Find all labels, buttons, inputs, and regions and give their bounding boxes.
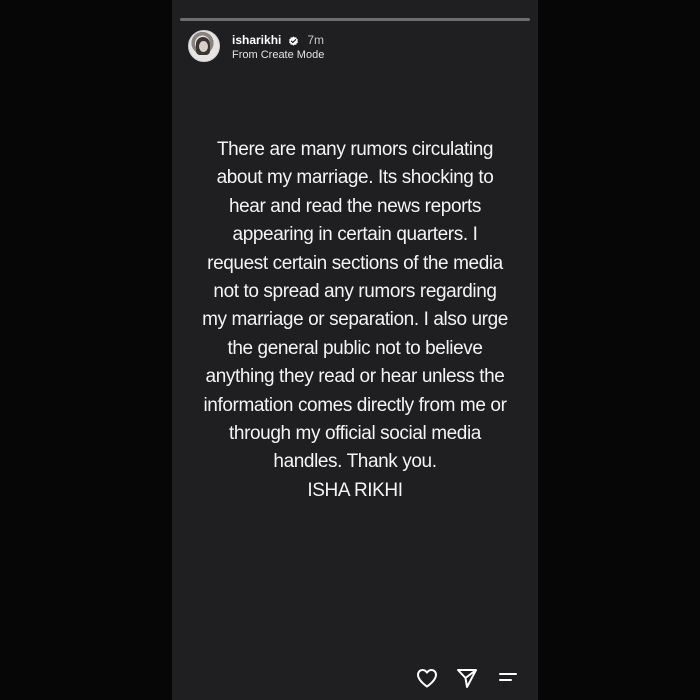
story-progress-bar [180,18,530,21]
author-line: isharikhi 7m [232,32,324,48]
heart-icon [417,669,437,688]
username[interactable]: isharikhi [232,33,281,47]
statement-line: through my official social media [229,423,481,445]
statement-line: request certain sections of the media [207,252,503,274]
send-icon [457,669,477,688]
menu-icon [499,673,517,681]
statement-line: ISHA RIKHI [307,479,403,501]
statement-line: appearing in certain quarters. I [232,224,478,246]
statement-line: handles. Thank you. [273,451,437,473]
verified-badge-icon [288,34,299,46]
statement-line: not to spread any rumors regarding [213,281,497,303]
avatar[interactable] [188,30,220,62]
statement-text: There are many rumors circulating about m… [192,136,518,505]
story-header: isharikhi 7m From Create Mode [188,30,324,62]
like-button[interactable] [415,666,439,690]
post-time: 7m [307,32,325,47]
letterbox-right [538,0,700,700]
share-button[interactable] [455,666,479,690]
letterbox-left [0,0,172,700]
create-mode-label: From Create Mode [232,48,325,61]
menu-button[interactable] [496,666,520,690]
author-meta: isharikhi 7m From Create Mode [232,32,324,61]
statement-line: about my marriage. Its shocking to [216,167,494,189]
avatar-face [199,41,208,52]
statement-line: my marriage or separation. I also urge [202,309,508,331]
statement-line: information comes directly from me or [203,394,507,416]
statement-line: anything they read or hear unless the [205,366,505,388]
statement-line: hear and read the news reports [228,195,482,217]
story-frame[interactable]: isharikhi 7m From Create Mode There are … [172,0,538,700]
story-action-bar [172,652,538,700]
statement-line: the general public not to believe [227,337,483,359]
statement-line: There are many rumors circulating [216,139,494,160]
